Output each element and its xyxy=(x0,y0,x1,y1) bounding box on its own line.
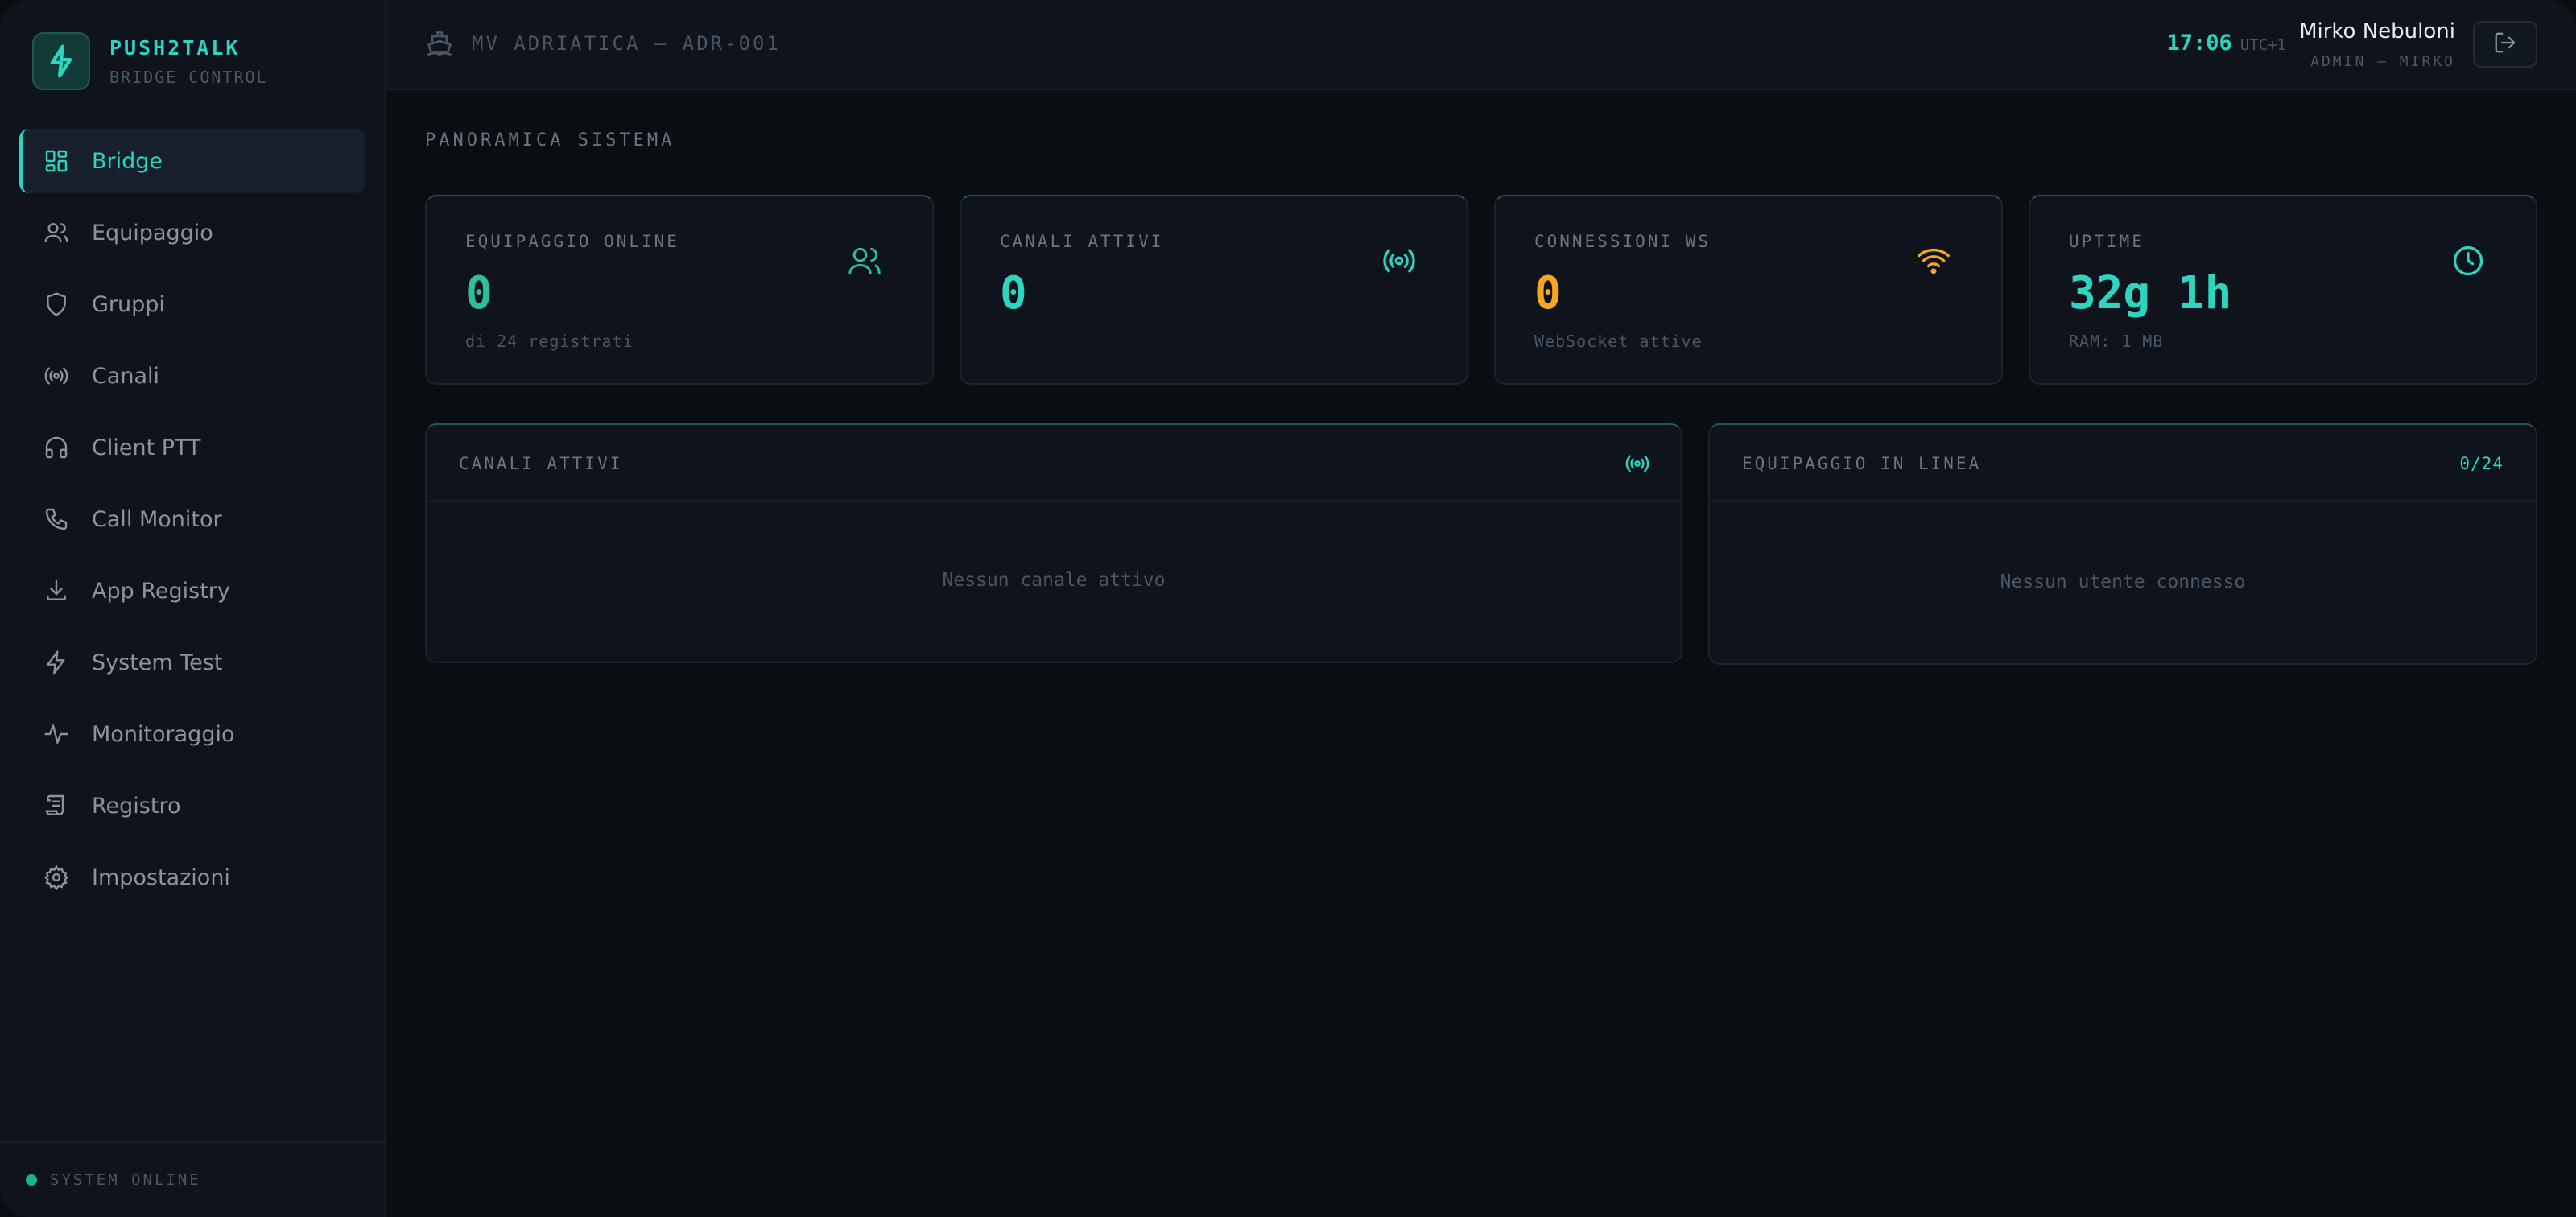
sidebar-item-label: Call Monitor xyxy=(92,506,222,532)
stat-card-ws-connections: CONNESSIONI WS 0 WebSocket attive xyxy=(1494,195,2003,385)
sidebar-item-label: System Test xyxy=(92,650,223,675)
phone-icon xyxy=(42,505,71,534)
user-role: ADMIN — MIRKO xyxy=(2310,53,2455,70)
stat-label: CONNESSIONI WS xyxy=(1534,232,1711,251)
stat-card-active-channels: CANALI ATTIVI 0 xyxy=(960,195,1468,385)
clock-timezone: UTC+1 xyxy=(2240,36,2286,54)
clock: 17:06 UTC+1 xyxy=(2167,31,2286,56)
bolt-logo-icon xyxy=(32,32,90,90)
scroll-icon xyxy=(42,791,71,820)
sidebar-item-app-registry[interactable]: App Registry xyxy=(19,559,365,623)
vessel-name: MV ADRIATICA — ADR-001 xyxy=(472,32,781,55)
brand-subtitle: BRIDGE CONTROL xyxy=(109,67,268,87)
empty-state: Nessun utente connesso xyxy=(2000,571,2246,592)
stat-label: EQUIPAGGIO ONLINE xyxy=(465,232,679,251)
sidebar-item-canali[interactable]: Canali xyxy=(19,344,365,408)
sidebar-item-registro[interactable]: Registro xyxy=(19,774,365,838)
sidebar-item-label: Client PTT xyxy=(92,435,201,460)
radio-icon xyxy=(1624,451,1650,476)
panel-active-channels: CANALI ATTIVI Nessun canale attivo xyxy=(425,423,1682,663)
sidebar-item-label: Monitoraggio xyxy=(92,721,235,747)
headphones-icon xyxy=(42,433,71,462)
logout-button[interactable] xyxy=(2473,21,2537,68)
dashboard-icon xyxy=(42,146,71,175)
clock-icon xyxy=(2450,243,2486,278)
status-text: SYSTEM ONLINE xyxy=(50,1171,201,1189)
activity-icon xyxy=(42,720,71,749)
brand: PUSH2TALK BRIDGE CONTROL xyxy=(32,32,268,90)
app-window: PUSH2TALK BRIDGE CONTROL Bridge Equipagg… xyxy=(0,0,2576,1217)
sidebar-item-bridge[interactable]: Bridge xyxy=(19,129,365,193)
sidebar-item-client-ptt[interactable]: Client PTT xyxy=(19,415,365,480)
stat-value: 0 xyxy=(1534,267,1562,320)
sidebar-item-label: App Registry xyxy=(92,578,230,604)
user-info: Mirko Nebuloni ADMIN — MIRKO xyxy=(2299,19,2455,70)
panel-header: EQUIPAGGIO IN LINEA 0/24 xyxy=(1710,425,2536,502)
logout-icon xyxy=(2493,31,2517,58)
radio-icon xyxy=(42,361,71,390)
status-dot xyxy=(26,1174,37,1186)
wifi-icon xyxy=(1916,243,1951,278)
users-icon xyxy=(42,218,71,247)
sidebar-item-label: Gruppi xyxy=(92,291,165,317)
sidebar-nav: Bridge Equipaggio Gruppi Canali Client P… xyxy=(19,129,365,917)
panel-header: CANALI ATTIVI xyxy=(427,425,1681,502)
stat-card-uptime: UPTIME 32g 1h RAM: 1 MB xyxy=(2029,195,2537,385)
radio-icon xyxy=(1381,243,1417,278)
panel-title: EQUIPAGGIO IN LINEA xyxy=(1742,454,1982,473)
top-header: MV ADRIATICA — ADR-001 17:06 UTC+1 Mirko… xyxy=(386,0,2576,90)
sidebar-item-label: Bridge xyxy=(92,148,163,174)
panel-title: CANALI ATTIVI xyxy=(459,454,623,473)
vessel-info: MV ADRIATICA — ADR-001 xyxy=(425,29,781,58)
stat-subtext: WebSocket attive xyxy=(1534,332,1703,351)
stat-value: 32g 1h xyxy=(2069,267,2232,320)
panel-crew-online: EQUIPAGGIO IN LINEA 0/24 Nessun utente c… xyxy=(1708,423,2537,665)
download-icon xyxy=(42,576,71,605)
brand-name: PUSH2TALK xyxy=(109,35,241,60)
main-content: PANORAMICA SISTEMA EQUIPAGGIO ONLINE 0 d… xyxy=(386,90,2576,1217)
sidebar-item-label: Registro xyxy=(92,793,181,819)
sidebar-item-label: Equipaggio xyxy=(92,220,213,245)
empty-state: Nessun canale attivo xyxy=(942,570,1166,591)
stat-value: 0 xyxy=(1000,267,1027,320)
stat-subtext: di 24 registrati xyxy=(465,332,634,351)
sidebar-item-call-monitor[interactable]: Call Monitor xyxy=(19,487,365,551)
sidebar-item-gruppi[interactable]: Gruppi xyxy=(19,272,365,336)
sidebar-item-monitoraggio[interactable]: Monitoraggio xyxy=(19,702,365,766)
sidebar-item-label: Canali xyxy=(92,363,160,389)
sidebar-item-equipaggio[interactable]: Equipaggio xyxy=(19,200,365,265)
sidebar-item-label: Impostazioni xyxy=(92,864,230,890)
shield-icon xyxy=(42,290,71,319)
crew-count-badge: 0/24 xyxy=(2459,454,2504,473)
user-name: Mirko Nebuloni xyxy=(2299,19,2455,43)
section-title: PANORAMICA SISTEMA xyxy=(425,130,675,151)
clock-time: 17:06 xyxy=(2166,31,2232,56)
users-icon xyxy=(847,243,882,278)
ship-icon xyxy=(425,29,454,58)
zap-icon xyxy=(42,648,71,677)
stat-subtext: RAM: 1 MB xyxy=(2069,332,2164,351)
stat-label: CANALI ATTIVI xyxy=(1000,232,1164,251)
stat-card-crew-online: EQUIPAGGIO ONLINE 0 di 24 registrati xyxy=(425,195,934,385)
sidebar: PUSH2TALK BRIDGE CONTROL Bridge Equipagg… xyxy=(0,0,386,1217)
sidebar-item-system-test[interactable]: System Test xyxy=(19,630,365,695)
stat-label: UPTIME xyxy=(2069,232,2145,251)
gear-icon xyxy=(42,863,71,892)
system-status: SYSTEM ONLINE xyxy=(0,1141,385,1217)
stat-value: 0 xyxy=(465,267,493,320)
sidebar-item-impostazioni[interactable]: Impostazioni xyxy=(19,845,365,910)
